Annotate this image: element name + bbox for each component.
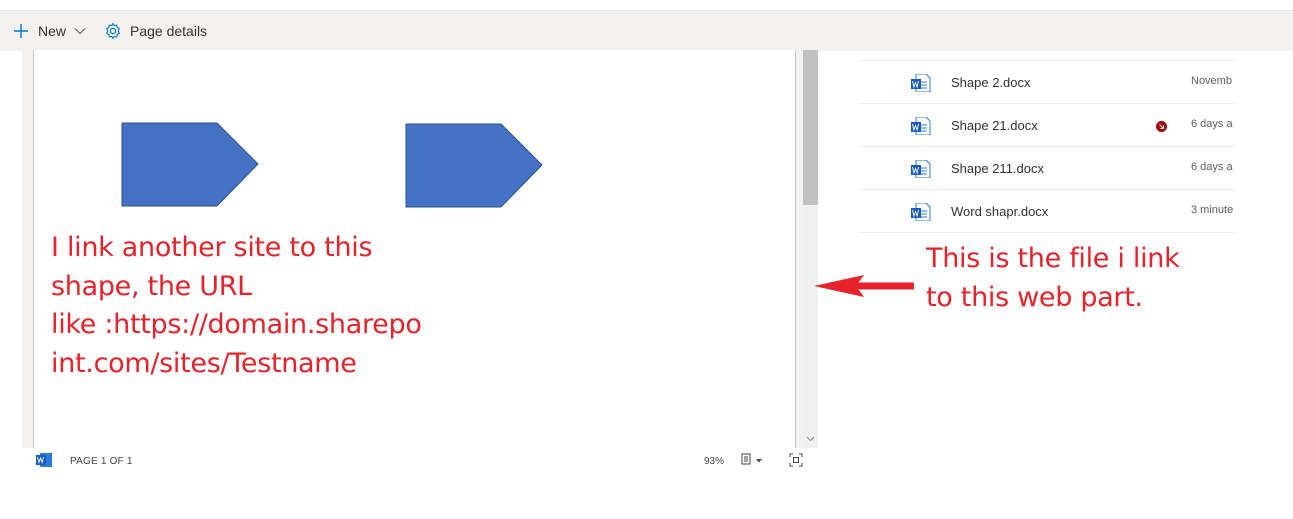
file-name[interactable]: Shape 21.docx (951, 118, 1038, 133)
file-modified: Novemb (1191, 75, 1232, 87)
document-text-line: shape, the URL (51, 270, 252, 302)
document-text-line: like :https://domain.sharepo (51, 309, 422, 340)
new-button[interactable]: New (12, 11, 86, 51)
file-modified: 3 minute (1191, 204, 1234, 216)
annotation-line: to this web part. (926, 281, 1143, 313)
viewer-status-bar: PAGE 1 OF 1 93% (22, 448, 818, 474)
word-file-icon (911, 116, 931, 138)
word-file-icon (911, 73, 931, 95)
new-label: New (38, 23, 67, 39)
file-row[interactable]: Shape 21.docx 6 days a (859, 103, 1235, 146)
file-modified: 6 days a (1191, 161, 1233, 173)
caret-down-icon (756, 455, 762, 466)
fit-to-window-icon[interactable] (789, 453, 803, 470)
word-logo-icon (36, 453, 52, 470)
word-file-icon (911, 159, 931, 181)
file-modified: 6 days a (1191, 118, 1233, 130)
document-library-list: Shape 2.docx Novemb Shape 21.docx 6 days… (859, 60, 1235, 233)
page-details-label: Page details (130, 23, 208, 39)
gear-icon (104, 22, 122, 40)
document-text-line: I link another site to this (51, 232, 373, 263)
chevron-down-icon (74, 27, 86, 35)
document-text-line: int.com/sites/Testname (51, 347, 357, 379)
pentagon-arrow-shape[interactable] (405, 123, 545, 214)
scrollbar-thumb[interactable] (803, 50, 818, 205)
document-view-icon (740, 453, 752, 468)
command-bar: New Page details (0, 10, 1293, 51)
annotation-arrow-icon (814, 275, 914, 302)
page-count: PAGE 1 OF 1 (70, 456, 133, 467)
plus-icon (12, 22, 30, 40)
file-name[interactable]: Shape 2.docx (951, 75, 1031, 90)
word-file-icon (911, 202, 931, 224)
pentagon-arrow-shape[interactable] (121, 122, 261, 213)
document-text: I link another site to this shape, the U… (51, 229, 431, 383)
file-row[interactable]: Word shapr.docx 3 minute (859, 189, 1235, 233)
file-name[interactable]: Word shapr.docx (951, 204, 1048, 219)
file-row[interactable]: Shape 2.docx Novemb (859, 60, 1235, 103)
scroll-down-icon[interactable] (803, 432, 818, 446)
status-icon (1156, 120, 1167, 135)
annotation-line: This is the file i link (926, 243, 1180, 274)
zoom-level[interactable]: 93% (704, 456, 724, 467)
file-name[interactable]: Shape 211.docx (951, 161, 1044, 176)
page-details-button[interactable]: Page details (104, 11, 207, 51)
file-row[interactable]: Shape 211.docx 6 days a (859, 146, 1235, 189)
view-mode-button[interactable] (740, 453, 762, 468)
sharepoint-page: New Page details I link another site to … (0, 0, 1293, 519)
annotation-text: This is the file i link to this web part… (926, 240, 1180, 317)
